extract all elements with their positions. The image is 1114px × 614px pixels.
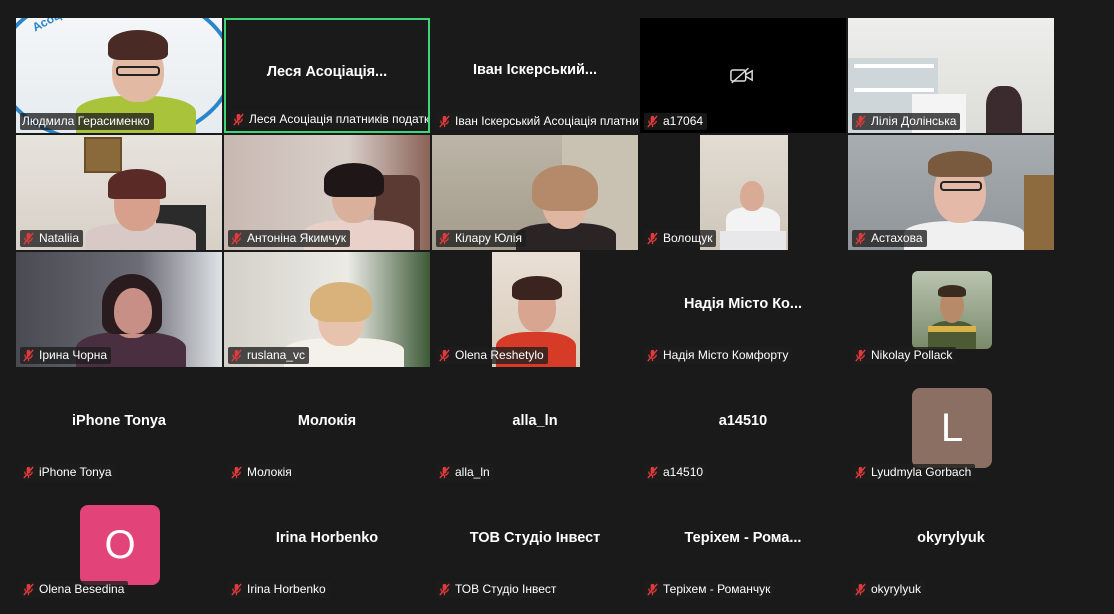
gallery-grid: Асоціація платників Людмила Герасименко … — [16, 18, 1056, 603]
mic-off-icon — [439, 349, 450, 362]
video-tile[interactable]: Кілару Юлія — [432, 135, 638, 250]
mic-off-icon — [231, 232, 242, 245]
mic-off-icon — [439, 466, 450, 479]
video-tile[interactable]: a14510 a14510 — [640, 369, 846, 484]
mic-off-icon — [231, 583, 242, 596]
mic-off-icon — [647, 349, 658, 362]
video-tile[interactable]: Антоніна Якимчук — [224, 135, 430, 250]
participant-name-label: a17064 — [644, 113, 708, 130]
participant-name-label: Астахова — [852, 230, 927, 247]
video-tile-active-speaker[interactable]: Леся Асоціація... Леся Асоціація платник… — [224, 18, 430, 133]
participant-name-label: Лілія Долінська — [852, 113, 961, 130]
participant-name-label: iPhone Tonya — [20, 464, 116, 481]
participant-name-label: ТОВ Студіо Інвест — [436, 581, 561, 598]
mic-off-icon — [855, 232, 866, 245]
mic-off-icon — [855, 466, 866, 479]
participant-display-name: Леся Асоціація... — [266, 64, 388, 80]
mic-off-icon — [231, 349, 242, 362]
mic-off-icon — [23, 583, 34, 596]
video-tile[interactable]: Nataliia — [16, 135, 222, 250]
participant-display-name: iPhone Tonya — [72, 413, 166, 429]
participant-name-label: Кілару Юлія — [436, 230, 526, 247]
participant-display-name: Молокія — [297, 413, 357, 429]
video-tile[interactable]: Теріхем - Рома... Теріхем - Романчук — [640, 486, 846, 601]
mic-off-icon — [23, 232, 34, 245]
video-tile[interactable]: Nikolay Pollack — [848, 252, 1054, 367]
video-tile[interactable]: Волощук — [640, 135, 846, 250]
participant-name-label: Волощук — [644, 230, 717, 247]
video-tile[interactable]: Irina Horbenko Irina Horbenko — [224, 486, 430, 601]
participant-name-label: Молокія — [228, 464, 296, 481]
participant-name-label: Теріхем - Романчук — [644, 581, 775, 598]
participant-display-name: Надія Місто Ко... — [683, 296, 803, 312]
video-tile[interactable]: Лілія Долінська — [848, 18, 1054, 133]
video-tile[interactable]: a17064 — [640, 18, 846, 133]
participant-name-label: Nikolay Pollack — [852, 347, 957, 364]
mic-off-icon — [439, 583, 450, 596]
participant-name-label: Lyudmyla Gorbach — [852, 464, 976, 481]
video-off-icon — [730, 67, 753, 84]
participant-name-label: Irina Horbenko — [228, 581, 330, 598]
mic-off-icon — [23, 466, 34, 479]
video-tile[interactable]: okyrylyuk okyrylyuk — [848, 486, 1054, 601]
video-tile[interactable]: Надія Місто Ко... Надія Місто Комфорту — [640, 252, 846, 367]
participant-name-label: Olena Besedina — [20, 581, 129, 598]
participant-name-label: Nataliia — [20, 230, 84, 247]
video-tile[interactable]: iPhone Tonya iPhone Tonya — [16, 369, 222, 484]
participant-name-label: okyrylyuk — [852, 581, 926, 598]
participant-display-name: Іван Іскерський... — [472, 62, 598, 78]
mic-off-icon — [647, 466, 658, 479]
participant-display-name: ТОВ Студіо Інвест — [469, 530, 601, 546]
participant-name-label: alla_ln — [436, 464, 494, 481]
participant-display-name: Теріхем - Рома... — [684, 530, 802, 546]
video-tile[interactable]: Асоціація платників Людмила Герасименко — [16, 18, 222, 133]
avatar: O — [80, 505, 160, 585]
participant-name-label: ruslana_vc — [228, 347, 310, 364]
mic-off-icon — [231, 466, 242, 479]
mic-off-icon — [233, 113, 244, 126]
video-tile[interactable]: ruslana_vc — [224, 252, 430, 367]
avatar: L — [912, 388, 992, 468]
avatar — [912, 271, 992, 349]
video-tile[interactable]: ТОВ Студіо Інвест ТОВ Студіо Інвест — [432, 486, 638, 601]
participant-name-label: Людмила Герасименко — [20, 113, 154, 130]
participant-name-label: a14510 — [644, 464, 708, 481]
mic-off-icon — [23, 349, 34, 362]
participant-name-label: Антоніна Якимчук — [228, 230, 350, 247]
participant-display-name: a14510 — [718, 413, 768, 429]
participant-name-label: Іван Іскерський Асоціація платників — [436, 113, 638, 130]
video-tile[interactable]: alla_ln alla_ln — [432, 369, 638, 484]
mic-off-icon — [647, 232, 658, 245]
video-tile[interactable]: Астахова — [848, 135, 1054, 250]
participant-display-name: okyrylyuk — [917, 530, 985, 546]
video-tile[interactable]: O Olena Besedina — [16, 486, 222, 601]
video-tile[interactable]: L Lyudmyla Gorbach — [848, 369, 1054, 484]
participant-name-label: Леся Асоціація платників податків — [230, 111, 428, 128]
mic-off-icon — [439, 232, 450, 245]
video-tile[interactable]: Ірина Чорна — [16, 252, 222, 367]
mic-off-icon — [855, 349, 866, 362]
mic-off-icon — [855, 583, 866, 596]
mic-off-icon — [647, 115, 658, 128]
participant-name-label: Ірина Чорна — [20, 347, 111, 364]
video-tile[interactable]: Olena Reshetylo — [432, 252, 638, 367]
mic-off-icon — [439, 115, 450, 128]
video-tile[interactable]: Молокія Молокія — [224, 369, 430, 484]
participant-name-label: Надія Місто Комфорту — [644, 347, 793, 364]
mic-off-icon — [647, 583, 658, 596]
mic-off-icon — [855, 115, 866, 128]
participant-display-name: Irina Horbenko — [275, 530, 379, 546]
participant-name-label: Olena Reshetylo — [436, 347, 548, 364]
video-tile[interactable]: Іван Іскерський... Іван Іскерський Асоці… — [432, 18, 638, 133]
participant-display-name: alla_ln — [512, 413, 558, 429]
